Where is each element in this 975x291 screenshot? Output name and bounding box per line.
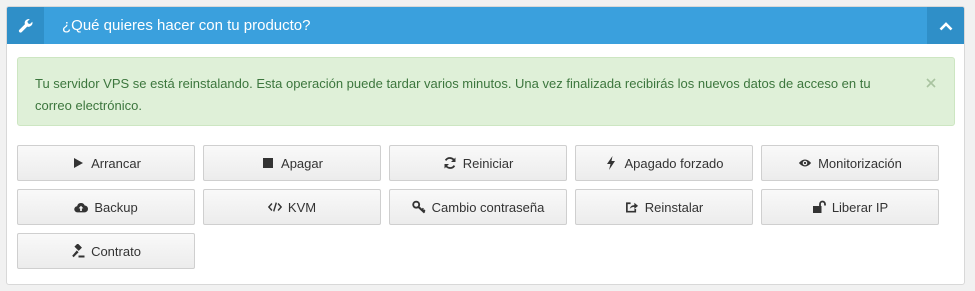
change-password-button-label: Cambio contraseña (431, 199, 545, 215)
unlock-icon (812, 200, 826, 214)
monitoring-button-label: Monitorización (818, 155, 902, 171)
eye-icon (798, 156, 812, 170)
cloud-upload-icon (74, 200, 89, 214)
reinstall-button[interactable]: Reinstalar (575, 189, 753, 225)
stop-icon (261, 156, 275, 170)
gavel-icon (71, 244, 85, 258)
contract-button[interactable]: Contrato (17, 233, 195, 269)
alert-close-button[interactable] (924, 75, 938, 89)
backup-button-label: Backup (94, 199, 138, 215)
chevron-up-icon (939, 21, 952, 30)
panel-header: ¿Qué quieres hacer con tu producto? (7, 7, 964, 44)
stop-button[interactable]: Apagar (203, 145, 381, 181)
panel-title: ¿Qué quieres hacer con tu producto? (62, 17, 311, 34)
release-ip-button[interactable]: Liberar IP (761, 189, 939, 225)
product-actions-panel: ¿Qué quieres hacer con tu producto? Tu s… (6, 6, 965, 285)
force-off-button[interactable]: Apagado forzado (575, 145, 753, 181)
start-button-label: Arrancar (91, 155, 141, 171)
monitoring-button[interactable]: Monitorización (761, 145, 939, 181)
refresh-icon (443, 156, 457, 170)
alert-message: Tu servidor VPS se está reinstalando. Es… (35, 76, 871, 113)
stop-button-label: Apagar (281, 155, 323, 171)
kvm-button-label: KVM (287, 199, 317, 215)
kvm-button[interactable]: KVM (203, 189, 381, 225)
contract-button-label: Contrato (91, 243, 141, 259)
share-square-icon (625, 200, 639, 214)
close-icon (926, 78, 936, 88)
reinstall-button-label: Reinstalar (644, 199, 704, 215)
bolt-icon (604, 156, 618, 170)
play-icon (71, 156, 85, 170)
start-button[interactable]: Arrancar (17, 145, 195, 181)
collapse-button[interactable] (927, 7, 964, 44)
backup-button[interactable]: Backup (17, 189, 195, 225)
restart-button[interactable]: Reiniciar (389, 145, 567, 181)
reinstall-alert: Tu servidor VPS se está reinstalando. Es… (17, 57, 955, 126)
restart-button-label: Reiniciar (462, 155, 514, 171)
code-icon (267, 200, 282, 214)
wrench-icon (7, 7, 44, 44)
change-password-button[interactable]: Cambio contraseña (389, 189, 567, 225)
force-off-button-label: Apagado forzado (624, 155, 724, 171)
key-icon (411, 200, 426, 214)
release-ip-button-label: Liberar IP (831, 199, 889, 215)
